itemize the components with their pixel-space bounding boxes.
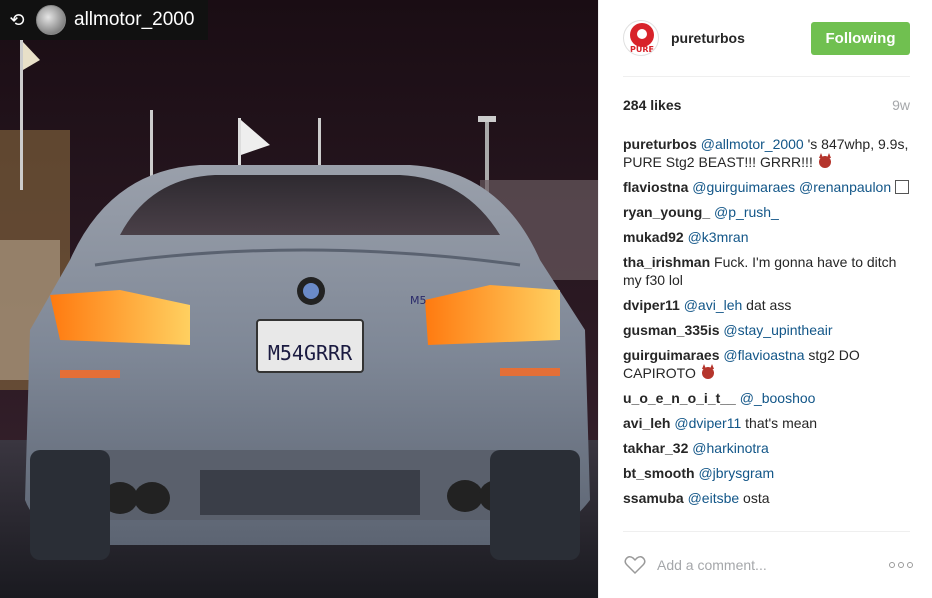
comment-item: dviper11 @avi_leh dat ass — [623, 296, 915, 314]
post-username[interactable]: pureturbos — [671, 30, 811, 46]
devil-emoji-icon — [818, 153, 831, 168]
comment-username[interactable]: bt_smooth — [623, 465, 695, 481]
comment-text: dat ass — [742, 297, 792, 313]
likes-count[interactable]: 284 likes — [623, 97, 681, 113]
post-age[interactable]: 9w — [892, 97, 910, 113]
comment-item: avi_leh @dviper11 that's mean — [623, 414, 915, 432]
license-plate-text: M54GRRR — [268, 341, 353, 365]
comment-mention[interactable]: @allmotor_2000 — [701, 136, 804, 152]
comment-username[interactable]: ryan_young_ — [623, 204, 710, 220]
comment-username[interactable]: pureturbos — [623, 136, 697, 152]
comment-username[interactable]: mukad92 — [623, 229, 684, 245]
likes-row: 284 likes 9w — [623, 97, 910, 113]
comment-username[interactable]: ssamuba — [623, 490, 684, 506]
instagram-post-view: M54GRRR M5 ⟲ allmotor_2000 PURE pureturb… — [0, 0, 932, 598]
comment-mention[interactable]: @p_rush_ — [714, 204, 779, 220]
comment-mention[interactable]: @guirguimaraes @renanpaulon — [692, 179, 891, 195]
comment-mention[interactable]: @dviper11 — [674, 415, 741, 431]
add-comment-row — [623, 553, 913, 577]
repost-username: allmotor_2000 — [74, 9, 195, 30]
comment-item: bt_smooth @jbrysgram — [623, 464, 915, 482]
comment-mention[interactable]: @_booshoo — [740, 390, 816, 406]
repost-avatar — [36, 5, 66, 35]
comment-item: pureturbos @allmotor_2000 's 847whp, 9.9… — [623, 135, 915, 171]
comment-username[interactable]: flaviostna — [623, 179, 688, 195]
comment-item: flaviostna @guirguimaraes @renanpaulon — [623, 178, 915, 196]
comment-item: ssamuba @eitsbe osta — [623, 489, 915, 507]
comment-mention[interactable]: @harkinotra — [692, 440, 768, 456]
more-options-icon[interactable] — [889, 562, 913, 568]
comment-username[interactable]: guirguimaraes — [623, 347, 719, 363]
comment-mention[interactable]: @eitsbe — [688, 490, 740, 506]
comment-mention[interactable]: @jbrysgram — [698, 465, 774, 481]
comment-item: mukad92 @k3mran — [623, 228, 915, 246]
avatar-brand-text: PURE — [630, 45, 654, 54]
comment-username[interactable]: dviper11 — [623, 297, 680, 313]
comment-item: takhar_32 @harkinotra — [623, 439, 915, 457]
comment-item: gusman_335is @stay_upintheair — [623, 321, 915, 339]
comment-mention[interactable]: @stay_upintheair — [723, 322, 832, 338]
comment-item: tha_irishman Fuck. I'm gonna have to dit… — [623, 253, 915, 289]
comment-username[interactable]: u_o_e_n_o_i_t__ — [623, 390, 736, 406]
add-comment-input[interactable] — [657, 557, 867, 573]
comment-item: u_o_e_n_o_i_t__ @_booshoo — [623, 389, 915, 407]
post-header: PURE pureturbos Following — [623, 17, 910, 59]
heart-icon[interactable] — [623, 553, 647, 577]
m5-badge: M5 — [410, 294, 427, 307]
car-photo-illustration: M54GRRR M5 — [0, 0, 598, 598]
comment-text: osta — [739, 490, 770, 506]
comment-list: pureturbos @allmotor_2000 's 847whp, 9.9… — [623, 135, 915, 514]
comment-mention[interactable]: @flavioastna — [723, 347, 804, 363]
unknown-glyph-icon — [895, 180, 910, 194]
comment-text: that's mean — [741, 415, 818, 431]
repost-tag[interactable]: ⟲ allmotor_2000 — [0, 0, 209, 40]
comment-username[interactable]: tha_irishman — [623, 254, 710, 270]
post-photo[interactable]: M54GRRR M5 ⟲ allmotor_2000 — [0, 0, 598, 598]
comment-mention[interactable]: @k3mran — [688, 229, 749, 245]
post-side-panel: PURE pureturbos Following 284 likes 9w p… — [598, 0, 932, 598]
divider — [623, 76, 910, 77]
comment-item: guirguimaraes @flavioastna stg2 DO CAPIR… — [623, 346, 915, 382]
following-button[interactable]: Following — [811, 21, 910, 55]
avatar[interactable]: PURE — [623, 20, 659, 56]
comment-mention[interactable]: @avi_leh — [684, 297, 743, 313]
comment-username[interactable]: avi_leh — [623, 415, 670, 431]
comment-item: ryan_young_ @p_rush_ — [623, 203, 915, 221]
comment-username[interactable]: gusman_335is — [623, 322, 720, 338]
brand-logo-icon — [630, 23, 654, 47]
comment-username[interactable]: takhar_32 — [623, 440, 688, 456]
divider — [623, 531, 910, 532]
devil-emoji-icon — [701, 364, 714, 379]
repost-icon: ⟲ — [9, 9, 25, 31]
